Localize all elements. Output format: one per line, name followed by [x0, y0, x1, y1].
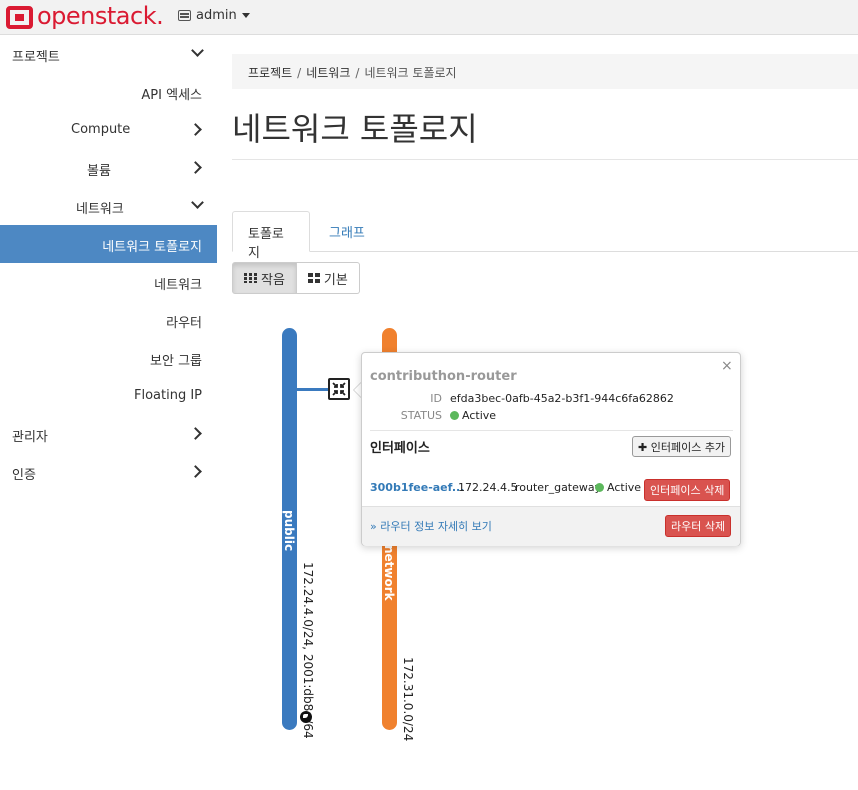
private-network-cidr: 172.31.0.0/24: [401, 657, 415, 742]
sidebar-item-identity[interactable]: 인증: [0, 453, 217, 491]
status-dot-icon: [595, 483, 604, 492]
chevron-right-icon: [190, 426, 204, 440]
plus-icon: ✚: [638, 441, 648, 454]
small-view-label: 작음: [261, 272, 285, 288]
project-name: admin: [196, 8, 237, 23]
status-label: STATUS: [400, 409, 442, 422]
small-grid-icon: [244, 273, 257, 283]
status-dot-icon: [450, 411, 459, 420]
chevron-right-icon: [190, 464, 204, 478]
add-interface-button[interactable]: ✚ 인터페이스 추가: [632, 436, 732, 457]
normal-view-button[interactable]: 기본: [296, 262, 360, 294]
router-name: contributhon-router: [370, 369, 517, 384]
sidebar-item-label: 볼륨: [87, 164, 111, 179]
chevron-right-icon: [190, 160, 204, 174]
size-toggle: 작음 기본: [232, 262, 360, 294]
breadcrumb-separator: /: [297, 66, 302, 80]
add-interface-label: 인터페이스 추가: [650, 441, 726, 454]
private-network-name: network: [382, 545, 396, 601]
brand[interactable]: openstack.: [6, 1, 164, 30]
top-navbar: openstack. admin: [0, 0, 858, 35]
interface-row: 300b1fee-aef... 172.24.4.5 router_gatewa…: [370, 479, 734, 501]
sidebar-item-security-groups[interactable]: 보안 그룹: [0, 339, 217, 377]
caret-down-icon: [241, 13, 250, 18]
sidebar-item-floating-ip[interactable]: Floating IP: [0, 377, 217, 415]
delete-interface-button[interactable]: 인터페이스 삭제: [644, 479, 731, 501]
interface-id-link[interactable]: 300b1fee-aef...: [370, 481, 464, 494]
sidebar-item-label: 프로젝트: [12, 50, 60, 65]
sidebar-item-volumes[interactable]: 볼륨: [0, 149, 217, 187]
normal-view-label: 기본: [323, 272, 348, 288]
sidebar-item-project[interactable]: 프로젝트: [0, 35, 217, 73]
chevron-right-icon: [190, 122, 204, 136]
project-icon: [178, 10, 191, 21]
popup-footer: » 라우터 정보 자세히 보기 라우터 삭제: [362, 506, 740, 546]
breadcrumb-item-project[interactable]: 프로젝트: [248, 66, 292, 80]
sidebar-item-label: 네트워크 토폴로지: [102, 240, 202, 255]
sidebar-item-networks[interactable]: 네트워크: [0, 263, 217, 301]
close-icon[interactable]: ×: [721, 358, 733, 374]
sidebar-item-network-topology[interactable]: 네트워크 토폴로지: [0, 225, 217, 263]
sidebar-item-label: Compute: [71, 122, 131, 137]
public-network-name: public: [282, 510, 296, 552]
breadcrumb: 프로젝트 / 네트워크 / 네트워크 토폴로지: [232, 54, 858, 89]
small-view-button[interactable]: 작음: [232, 262, 297, 294]
router-icon: [332, 382, 346, 396]
popup-arrow: [353, 382, 361, 398]
large-grid-icon: [307, 273, 320, 283]
interface-owner: router_gateway: [515, 481, 602, 494]
sidebar-item-api-access[interactable]: API 엑세스: [0, 73, 217, 111]
view-tabs: 토폴로지 그래프: [232, 211, 858, 261]
interface-ip: 172.24.4.5: [458, 481, 518, 494]
sidebar-item-compute[interactable]: Compute: [0, 111, 217, 149]
router-node[interactable]: [328, 378, 350, 400]
breadcrumb-item-network[interactable]: 네트워크: [306, 66, 350, 80]
openstack-logo-icon: [6, 6, 33, 29]
sidebar-item-routers[interactable]: 라우터: [0, 301, 217, 339]
sidebar-item-label: 인증: [12, 468, 36, 483]
id-label: ID: [430, 392, 442, 405]
interface-status: Active: [595, 481, 641, 494]
sidebar-item-label: 라우터: [166, 316, 202, 331]
brand-text: openstack.: [37, 1, 164, 30]
sidebar-item-label: Floating IP: [133, 388, 202, 403]
divider: [232, 159, 858, 160]
router-popup: × contributhon-router ID efda3bec-0afb-4…: [361, 352, 741, 546]
router-status: Active: [450, 409, 496, 422]
sidebar: 프로젝트 API 엑세스 Compute 볼륨 네트워크 네트워크 토폴로지 네…: [0, 35, 217, 491]
interfaces-title: 인터페이스: [370, 441, 430, 456]
sidebar-item-label: API 엑세스: [141, 88, 202, 103]
interface-status-text: Active: [607, 481, 642, 494]
breadcrumb-current: 네트워크 토폴로지: [364, 66, 457, 80]
router-details-link[interactable]: » 라우터 정보 자세히 보기: [370, 518, 492, 534]
sidebar-item-network-group[interactable]: 네트워크: [0, 187, 217, 225]
popup-divider: [370, 430, 733, 431]
chevron-down-icon: [190, 46, 204, 60]
tab-topology[interactable]: 토폴로지: [232, 211, 310, 261]
project-picker[interactable]: admin: [178, 8, 250, 23]
sidebar-item-label: 네트워크: [154, 278, 202, 293]
tab-graph[interactable]: 그래프: [314, 211, 380, 252]
router-status-text: Active: [462, 409, 497, 422]
router-link-line: [297, 388, 329, 391]
sidebar-item-label: 보안 그룹: [150, 354, 202, 369]
sidebar-item-label: 관리자: [12, 430, 48, 445]
page-title: 네트워크 토폴로지: [232, 110, 478, 148]
sidebar-item-label: 네트워크: [76, 202, 124, 217]
globe-icon: [300, 711, 312, 723]
chevron-down-icon: [190, 198, 204, 212]
sidebar-item-admin[interactable]: 관리자: [0, 415, 217, 453]
delete-router-button[interactable]: 라우터 삭제: [665, 515, 732, 537]
breadcrumb-separator: /: [355, 66, 360, 80]
router-id: efda3bec-0afb-45a2-b3f1-944c6fa62862: [450, 392, 674, 405]
